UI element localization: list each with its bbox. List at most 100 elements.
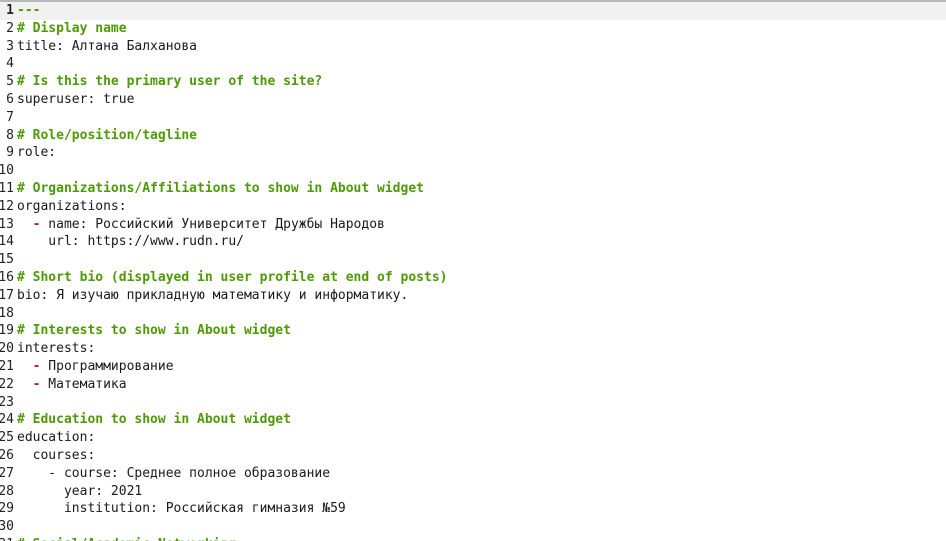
yaml-text: institution: Российская гимназия №59: [17, 501, 346, 517]
line-number: 18: [0, 305, 14, 321]
code-line[interactable]: 15: [0, 251, 946, 269]
code-line[interactable]: 20 interests:: [0, 340, 946, 358]
yaml-text: name: Российский Университет Дружбы Наро…: [40, 216, 385, 232]
line-number: 24: [0, 412, 14, 428]
line-content: # Interests to show in About widget: [17, 322, 291, 340]
line-number: 17: [0, 287, 14, 303]
code-line[interactable]: 27 - course: Среднее полное образование: [0, 465, 946, 483]
code-line[interactable]: 22 - Математика: [0, 376, 946, 394]
yaml-text: url: https://www.rudn.ru/: [17, 234, 244, 250]
yaml-comment: # Is this the primary user of the site?: [17, 74, 323, 90]
code-line[interactable]: 28 year: 2021: [0, 483, 946, 501]
yaml-text: superuser: true: [17, 91, 135, 107]
yaml-comment: # Social/Academic Networking: [17, 537, 236, 541]
line-number: 21: [0, 358, 14, 374]
line-number: 20: [0, 341, 14, 357]
yaml-text: [17, 377, 33, 392]
code-line[interactable]: 14 url: https://www.rudn.ru/: [0, 233, 946, 251]
yaml-text: bio: Я изучаю прикладную математику и ин…: [17, 287, 409, 303]
line-content: interests:: [17, 340, 95, 358]
code-line[interactable]: 11 # Organizations/Affiliations to show i…: [0, 180, 946, 198]
line-number: 27: [0, 465, 14, 481]
line-content: # Education to show in About widget: [17, 411, 291, 429]
code-line[interactable]: 12 organizations:: [0, 198, 946, 216]
yaml-text: - course: Среднее полное образование: [17, 465, 331, 481]
yaml-text: [17, 217, 33, 232]
line-number: 22: [0, 376, 14, 392]
yaml-text: [17, 359, 33, 374]
code-line[interactable]: 31# Social/Academic Networking: [0, 536, 946, 541]
yaml-comment: # Role/position/tagline: [17, 127, 198, 143]
yaml-comment: # Short bio (displayed in user profile a…: [17, 269, 448, 285]
line-number: 13: [0, 216, 14, 232]
line-number: 28: [0, 483, 14, 499]
line-number: 15: [0, 252, 14, 268]
line-content: role:: [17, 144, 56, 162]
code-line[interactable]: 4: [0, 55, 946, 73]
line-content: institution: Российская гимназия №59: [17, 500, 346, 518]
line-number: 19: [0, 323, 14, 339]
line-content: url: https://www.rudn.ru/: [17, 233, 244, 251]
yaml-text: education:: [17, 430, 96, 446]
code-line[interactable]: 2 # Display name: [0, 20, 946, 38]
line-number: 29: [0, 501, 14, 517]
line-content: ---: [17, 2, 40, 20]
yaml-text: role:: [17, 145, 57, 161]
line-number: 12: [0, 198, 14, 214]
yaml-text: title: Алтана Балханова: [17, 38, 198, 54]
code-line[interactable]: 3 title: Алтана Балханова: [0, 38, 946, 56]
code-line[interactable]: 19 # Interests to show in About widget: [0, 322, 946, 340]
line-number: 26: [0, 447, 14, 463]
code-line[interactable]: 25 education:: [0, 429, 946, 447]
line-number: 10: [0, 163, 14, 179]
yaml-comment: # Education to show in About widget: [17, 412, 291, 428]
line-content: superuser: true: [17, 91, 134, 109]
code-line[interactable]: 16 # Short bio (displayed in user profile…: [0, 269, 946, 287]
yaml-comment: # Organizations/Affiliations to show in …: [17, 180, 424, 196]
line-content: # Display name: [17, 20, 127, 38]
code-line[interactable]: 24 # Education to show in About widget: [0, 411, 946, 429]
line-number: 14: [0, 234, 14, 250]
yaml-text: interests:: [17, 341, 96, 357]
line-number: 5: [6, 74, 14, 90]
line-number: 4: [6, 56, 14, 72]
line-number: 7: [6, 109, 14, 125]
line-number: 31: [0, 536, 14, 541]
code-line[interactable]: 8 # Role/position/tagline: [0, 127, 946, 145]
yaml-text: Математика: [40, 376, 127, 392]
line-content: year: 2021: [17, 483, 142, 501]
line-content: - Математика: [17, 376, 127, 394]
line-number: 11: [0, 180, 14, 196]
line-content: title: Алтана Балханова: [17, 38, 197, 56]
code-line[interactable]: 9 role:: [0, 144, 946, 162]
code-line[interactable]: 5 # Is this the primary user of the site?: [0, 73, 946, 91]
code-line[interactable]: 29 institution: Российская гимназия №59: [0, 500, 946, 518]
line-number: 3: [6, 38, 14, 54]
yaml-text: year: 2021: [17, 483, 143, 499]
yaml-text: courses:: [17, 447, 96, 463]
yaml-text: Программирование: [40, 358, 174, 374]
code-line[interactable]: 17 bio: Я изучаю прикладную математику и …: [0, 287, 946, 305]
code-line[interactable]: 6 superuser: true: [0, 91, 946, 109]
code-line[interactable]: 13 - name: Российский Университет Дружбы…: [0, 216, 946, 234]
code-line[interactable]: 23: [0, 394, 946, 412]
code-line[interactable]: 30: [0, 518, 946, 536]
line-content: - Программирование: [17, 358, 174, 376]
code-line[interactable]: 10: [0, 162, 946, 180]
code-line[interactable]: 26 courses:: [0, 447, 946, 465]
yaml-text: organizations:: [17, 198, 127, 214]
line-content: - name: Российский Университет Дружбы На…: [17, 216, 385, 234]
text-editor-area[interactable]: 1 --- 2 # Display name 3 title: Алтана Балхан…: [0, 2, 946, 541]
line-content: # Short bio (displayed in user profile a…: [17, 269, 447, 287]
code-line[interactable]: 7: [0, 109, 946, 127]
code-line[interactable]: 18: [0, 305, 946, 323]
code-line[interactable]: 1 ---: [0, 2, 946, 20]
line-content: # Is this the primary user of the site?: [17, 73, 322, 91]
line-number: 8: [6, 127, 14, 143]
line-content: bio: Я изучаю прикладную математику и ин…: [17, 287, 408, 305]
line-content: organizations:: [17, 198, 127, 216]
line-number: 30: [0, 519, 14, 535]
code-line[interactable]: 21 - Программирование: [0, 358, 946, 376]
line-content: # Social/Academic Networking: [17, 536, 236, 541]
line-content: - course: Среднее полное образование: [17, 465, 330, 483]
